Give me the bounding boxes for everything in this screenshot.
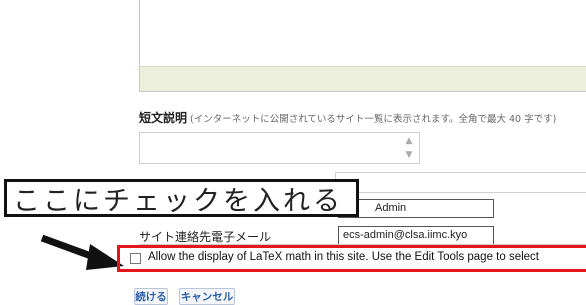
admin-email-input[interactable]: ecs-admin@clsa.iimc.kyo: [338, 226, 494, 245]
short-description-hint: (インターネットに公開されているサイト一覧に表示されます。全角で最大 40 字で…: [190, 114, 557, 125]
latex-checkbox-label[interactable]: Allow the display of LaTeX math in this …: [148, 251, 539, 263]
cancel-button[interactable]: キャンセル: [179, 288, 235, 305]
short-description-textarea[interactable]: ▲ ▼: [139, 132, 420, 164]
scroll-up-icon[interactable]: ▲: [406, 136, 413, 146]
short-description-label: 短文説明 (インターネットに公開されているサイト一覧に表示されます。全角で最大 4…: [139, 109, 556, 126]
textarea-scroll-arrows[interactable]: ▲ ▼: [402, 136, 416, 160]
description-editor[interactable]: [139, 0, 586, 92]
latex-checkbox[interactable]: [130, 253, 141, 264]
editor-status-bar: [140, 66, 586, 91]
short-description-title: 短文説明: [139, 111, 188, 125]
site-admin-field[interactable]: [335, 172, 586, 193]
scroll-down-icon[interactable]: ▼: [406, 150, 413, 160]
continue-button[interactable]: 続ける: [134, 288, 168, 305]
annotation-arrow-icon: [40, 234, 124, 270]
admin-name-input[interactable]: Admin: [338, 199, 494, 218]
annotation-callout: ここにチェックを入れる: [4, 179, 359, 217]
admin-email-label: サイト連絡先電子メール: [139, 230, 272, 244]
